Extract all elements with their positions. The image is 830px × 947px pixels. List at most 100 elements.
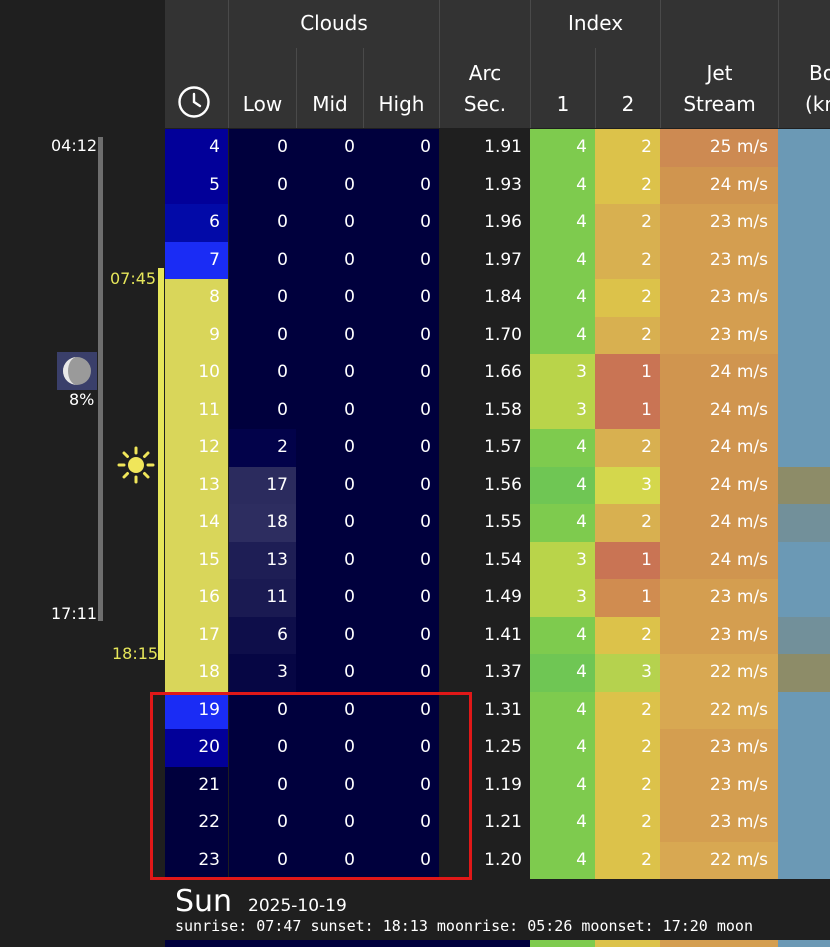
jet-stream-cell: 24 m/s	[660, 391, 778, 429]
day-astronomy-info: sunrise: 07:47 sunset: 18:13 moonrise: 0…	[175, 917, 753, 935]
low-clouds-cell: 0	[229, 354, 296, 392]
high-clouds-cell: 0	[363, 541, 439, 579]
index-1-cell: 3	[530, 541, 595, 579]
boundary-wind-cell	[778, 354, 830, 392]
index-2-cell: 2	[595, 279, 660, 317]
jet-stream-header-sub: Stream	[683, 92, 756, 116]
low-clouds-cell: 18	[229, 504, 296, 542]
jet-stream-cell: 23 m/s	[660, 729, 778, 767]
jet-stream-cell: 23 m/s	[660, 316, 778, 354]
index-1-cell: 4	[530, 316, 595, 354]
boundary-wind-cell	[778, 804, 830, 842]
index-1-cell: 4	[530, 654, 595, 692]
arc-seconds-cell: 1.91	[484, 137, 522, 157]
arc-seconds-cell: 1.97	[484, 249, 522, 270]
index-1-cell: 3	[530, 391, 595, 429]
next-day-row-preview	[530, 940, 595, 947]
index-2-cell: 3	[595, 654, 660, 692]
index-2-cell: 2	[595, 504, 660, 542]
jet-stream-cell: 23 m/s	[660, 279, 778, 317]
clock-icon	[177, 85, 211, 119]
high-clouds-cell: 0	[363, 466, 439, 504]
high-clouds-cell: 0	[363, 579, 439, 617]
jet-stream-header: Jet	[706, 61, 733, 85]
jet-stream-cell: 24 m/s	[660, 429, 778, 467]
low-clouds-cell: 0	[229, 166, 296, 204]
moonset-time: 17:11	[51, 604, 98, 623]
mid-clouds-cell: 0	[296, 129, 363, 167]
moonrise-time: 04:12	[51, 136, 98, 155]
boundary-wind-cell	[778, 129, 830, 167]
index-1-cell: 3	[530, 579, 595, 617]
mid-clouds-cell: 0	[296, 354, 363, 392]
index-2-cell: 2	[595, 129, 660, 167]
index-2-cell: 2	[595, 316, 660, 354]
index-1-cell: 4	[530, 804, 595, 842]
index-2-cell: 3	[595, 466, 660, 504]
index-2-header: 2	[621, 92, 635, 116]
index-group-header: Index	[567, 11, 624, 35]
low-clouds-cell: 0	[229, 129, 296, 167]
jet-stream-cell: 23 m/s	[660, 241, 778, 279]
hour-cell: 16	[165, 579, 228, 617]
mid-clouds-cell: 0	[296, 429, 363, 467]
index-1-cell: 4	[530, 729, 595, 767]
boundary-wind-cell	[778, 654, 830, 692]
index-1-cell: 4	[530, 466, 595, 504]
mid-clouds-cell: 0	[296, 204, 363, 242]
low-clouds-cell: 11	[229, 579, 296, 617]
high-clouds-header: High	[378, 92, 425, 116]
boundary-wind-cell	[778, 279, 830, 317]
hour-cell: 6	[165, 204, 228, 242]
index-2-cell: 2	[595, 804, 660, 842]
index-2-cell: 2	[595, 841, 660, 879]
sun-icon	[117, 446, 155, 484]
low-clouds-cell: 0	[229, 316, 296, 354]
hour-cell: 4	[165, 129, 228, 167]
mid-clouds-cell: 0	[296, 166, 363, 204]
index-2-cell: 2	[595, 729, 660, 767]
boundary-wind-cell	[778, 204, 830, 242]
low-clouds-cell: 13	[229, 541, 296, 579]
index-2-cell: 2	[595, 429, 660, 467]
high-clouds-cell: 0	[363, 129, 439, 167]
low-clouds-cell: 0	[229, 391, 296, 429]
hour-cell: 7	[165, 241, 228, 279]
sunrise-time: 07:45	[110, 269, 157, 288]
mid-clouds-cell: 0	[296, 316, 363, 354]
high-clouds-cell: 0	[363, 391, 439, 429]
high-clouds-cell: 0	[363, 616, 439, 654]
clouds-group-header: Clouds	[300, 11, 368, 35]
highlight-box	[150, 692, 472, 880]
arc-seconds-cell: 1.96	[484, 212, 522, 232]
mid-clouds-cell: 0	[296, 279, 363, 317]
hour-cell: 8	[165, 279, 228, 317]
jet-stream-cell: 24 m/s	[660, 354, 778, 392]
index-1-cell: 4	[530, 841, 595, 879]
high-clouds-cell: 0	[363, 166, 439, 204]
index-2-cell: 2	[595, 166, 660, 204]
mid-clouds-cell: 0	[296, 391, 363, 429]
index-2-cell: 2	[595, 241, 660, 279]
jet-stream-cell: 22 m/s	[660, 654, 778, 692]
boundary-wind-header: Bo	[809, 61, 830, 85]
hour-cell: 12	[165, 429, 228, 467]
hour-cell: 5	[165, 166, 228, 204]
arc-seconds-cell: 1.37	[484, 662, 522, 682]
boundary-wind-cell	[778, 841, 830, 879]
daylight-bar	[158, 268, 164, 660]
high-clouds-cell: 0	[363, 654, 439, 692]
hour-cell: 15	[165, 541, 228, 579]
hour-cell: 10	[165, 354, 228, 392]
low-clouds-cell: 17	[229, 466, 296, 504]
index-2-cell: 1	[595, 541, 660, 579]
sunset-time: 18:15	[112, 644, 159, 663]
jet-stream-cell: 23 m/s	[660, 616, 778, 654]
next-day-row-preview	[595, 940, 660, 947]
arc-seconds-header-sub: Sec.	[463, 92, 507, 116]
mid-clouds-cell: 0	[296, 541, 363, 579]
arc-seconds-cell: 1.93	[484, 174, 522, 195]
low-clouds-cell: 6	[229, 616, 296, 654]
boundary-wind-cell	[778, 429, 830, 467]
high-clouds-cell: 0	[363, 204, 439, 242]
